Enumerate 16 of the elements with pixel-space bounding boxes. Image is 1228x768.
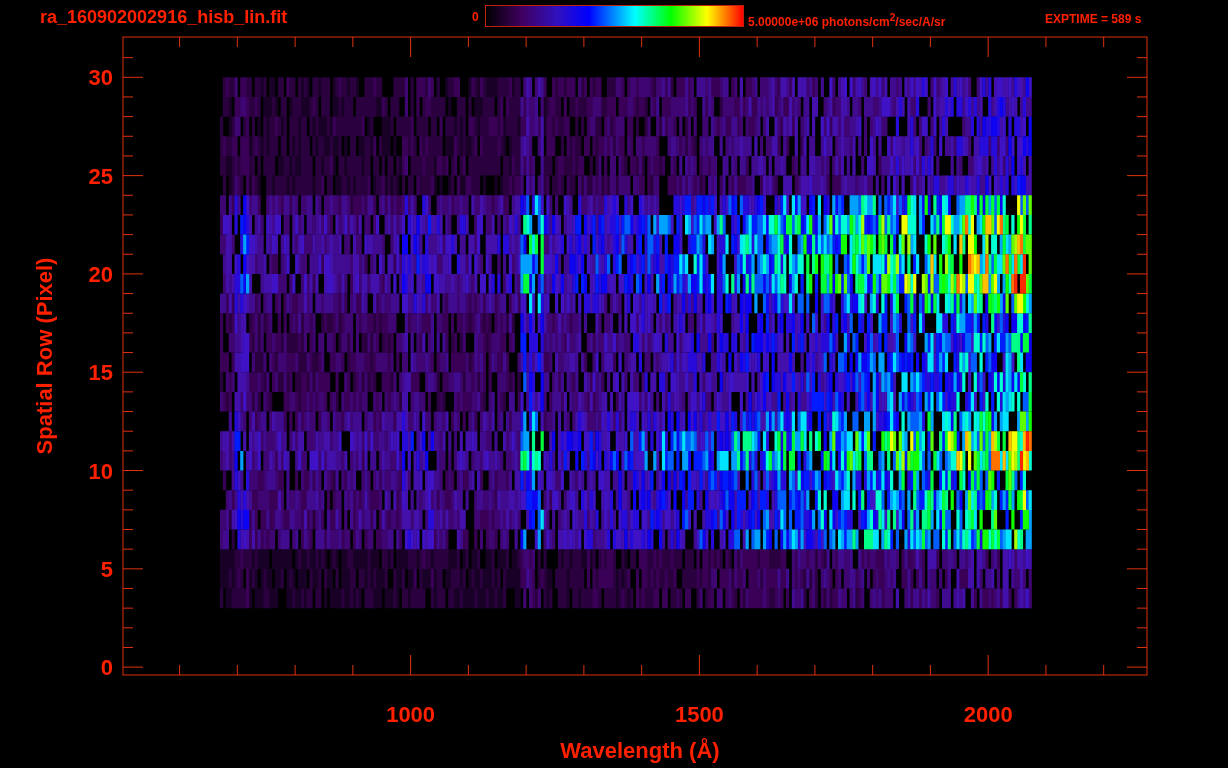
y-tick-label: 5	[100, 556, 113, 582]
y-tick-label: 20	[88, 261, 113, 287]
colorbar-max-label: 5.00000e+06 photons/cm$^{2}$/sec/A/sr	[748, 12, 946, 29]
exptime-label: EXPTIME = 589 s	[1045, 12, 1142, 26]
x-axis-title: Wavelength (Å)	[560, 738, 720, 763]
y-tick-label: 0	[100, 655, 113, 681]
y-tick-label: 30	[88, 65, 113, 91]
x-tick-label: 2000	[963, 702, 1013, 727]
y-tick-label: 25	[88, 163, 113, 189]
y-axis-title: Spatial Row (Pixel)	[32, 257, 57, 455]
x-tick-label: 1000	[386, 702, 436, 727]
x-tick-label: 1500	[674, 702, 724, 727]
y-tick-label: 15	[88, 360, 113, 386]
file-title: ra_160902002916_hisb_lin.fit	[40, 7, 288, 28]
colorbar-min-label: 0	[472, 10, 479, 24]
y-tick-label: 10	[88, 458, 113, 484]
